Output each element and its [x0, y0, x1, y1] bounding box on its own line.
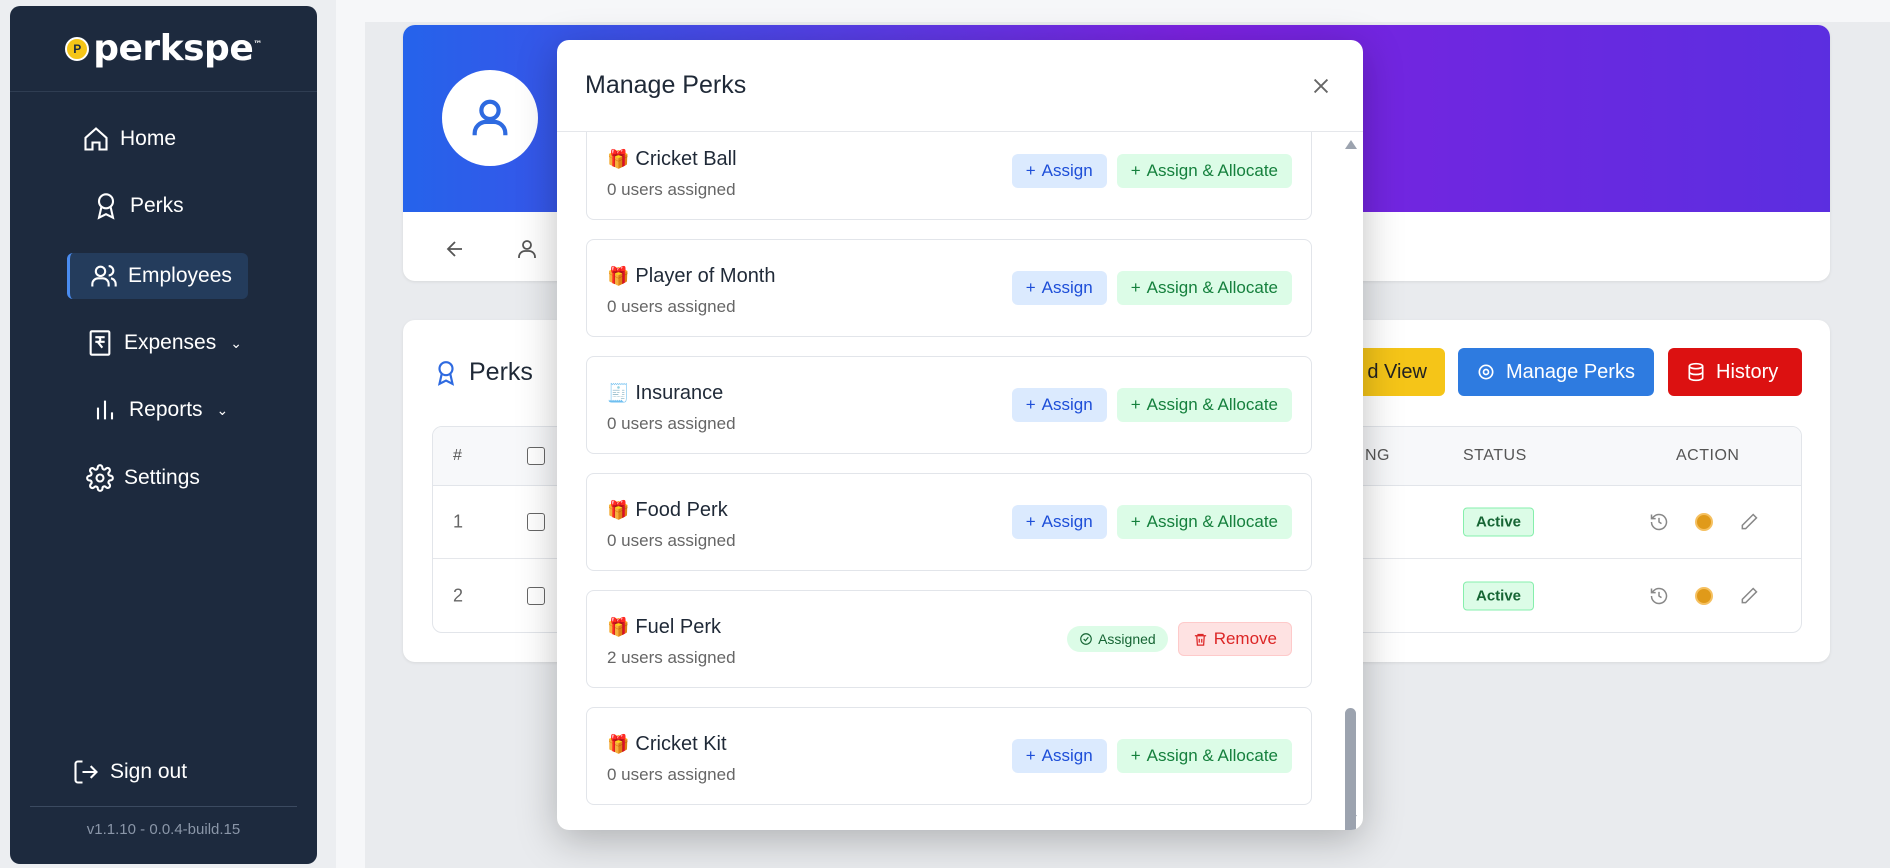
perk-actions: + Assign + Assign & Allocate — [1011, 154, 1292, 188]
perk-user-count: 0 users assigned — [607, 180, 736, 199]
list-item: 🎁 Player of Month 0 users assigned + Assi… — [586, 239, 1312, 337]
scroll-thumb[interactable] — [1345, 708, 1356, 830]
list-item: 🎁 Cricket Ball 0 users assigned + Assign … — [586, 132, 1312, 220]
close-button[interactable] — [1307, 72, 1335, 100]
receipt-icon: 🧾 — [607, 383, 630, 403]
perk-actions: + Assign + Assign & Allocate — [1011, 505, 1292, 539]
scrollbar[interactable] — [1345, 140, 1357, 830]
scroll-down-arrow-icon[interactable] — [1345, 815, 1357, 824]
check-circle-icon — [1080, 633, 1092, 645]
perk-actions: + Assign + Assign & Allocate — [1011, 739, 1292, 773]
perk-name: 🎁 Player of Month — [607, 265, 776, 287]
assigned-badge: Assigned — [1067, 626, 1168, 652]
assign-allocate-button[interactable]: + Assign & Allocate — [1116, 271, 1292, 305]
assign-button[interactable]: + Assign — [1011, 271, 1107, 305]
perk-name: 🧾 Insurance — [607, 382, 724, 404]
perk-name: 🎁 Food Perk — [607, 499, 728, 521]
assign-allocate-button[interactable]: + Assign & Allocate — [1116, 388, 1292, 422]
list-item: 🎁 Fuel Perk 2 users assigned Assigned Rem… — [586, 590, 1312, 688]
modal-title: Manage Perks — [585, 71, 747, 99]
perk-user-count: 0 users assigned — [607, 297, 736, 316]
list-item: 🧾 Insurance 0 users assigned + Assign + A… — [586, 356, 1312, 454]
trash-icon — [1194, 633, 1206, 646]
perk-user-count: 0 users assigned — [607, 531, 736, 550]
assign-button[interactable]: + Assign — [1011, 154, 1107, 188]
modal-header: Manage Perks — [557, 40, 1363, 132]
perk-user-count: 0 users assigned — [607, 765, 736, 784]
gift-icon: 🎁 — [607, 149, 630, 169]
perk-list: 🎁 Cricket Ball 0 users assigned + Assign … — [557, 132, 1363, 830]
scroll-up-arrow-icon[interactable] — [1345, 140, 1357, 149]
gift-icon: 🎁 — [607, 734, 630, 754]
perk-name: 🎁 Fuel Perk — [607, 616, 722, 638]
perk-actions: + Assign + Assign & Allocate — [1011, 388, 1292, 422]
manage-perks-modal: Manage Perks 🎁 Cricket Ball 0 users assig… — [557, 40, 1363, 830]
assign-button[interactable]: + Assign — [1011, 388, 1107, 422]
assign-allocate-button[interactable]: + Assign & Allocate — [1116, 505, 1292, 539]
remove-button[interactable]: Remove — [1177, 622, 1292, 656]
perk-actions: Assigned Remove — [1067, 622, 1292, 656]
perk-name: 🎁 Cricket Ball — [607, 148, 737, 170]
assign-allocate-button[interactable]: + Assign & Allocate — [1116, 739, 1292, 773]
close-icon — [1313, 78, 1329, 93]
perk-user-count: 0 users assigned — [607, 414, 736, 433]
gift-icon: 🎁 — [607, 617, 630, 637]
gift-icon: 🎁 — [607, 500, 630, 520]
gift-icon: 🎁 — [607, 266, 630, 286]
assign-button[interactable]: + Assign — [1011, 739, 1107, 773]
list-item: 🎁 Cricket Kit 0 users assigned + Assign +… — [586, 707, 1312, 805]
assign-allocate-button[interactable]: + Assign & Allocate — [1116, 154, 1292, 188]
perk-actions: + Assign + Assign & Allocate — [1011, 271, 1292, 305]
perk-user-count: 2 users assigned — [607, 648, 736, 667]
perk-name: 🎁 Cricket Kit — [607, 733, 727, 755]
list-item: 🎁 Food Perk 0 users assigned + Assign + A… — [586, 473, 1312, 571]
assign-button[interactable]: + Assign — [1011, 505, 1107, 539]
